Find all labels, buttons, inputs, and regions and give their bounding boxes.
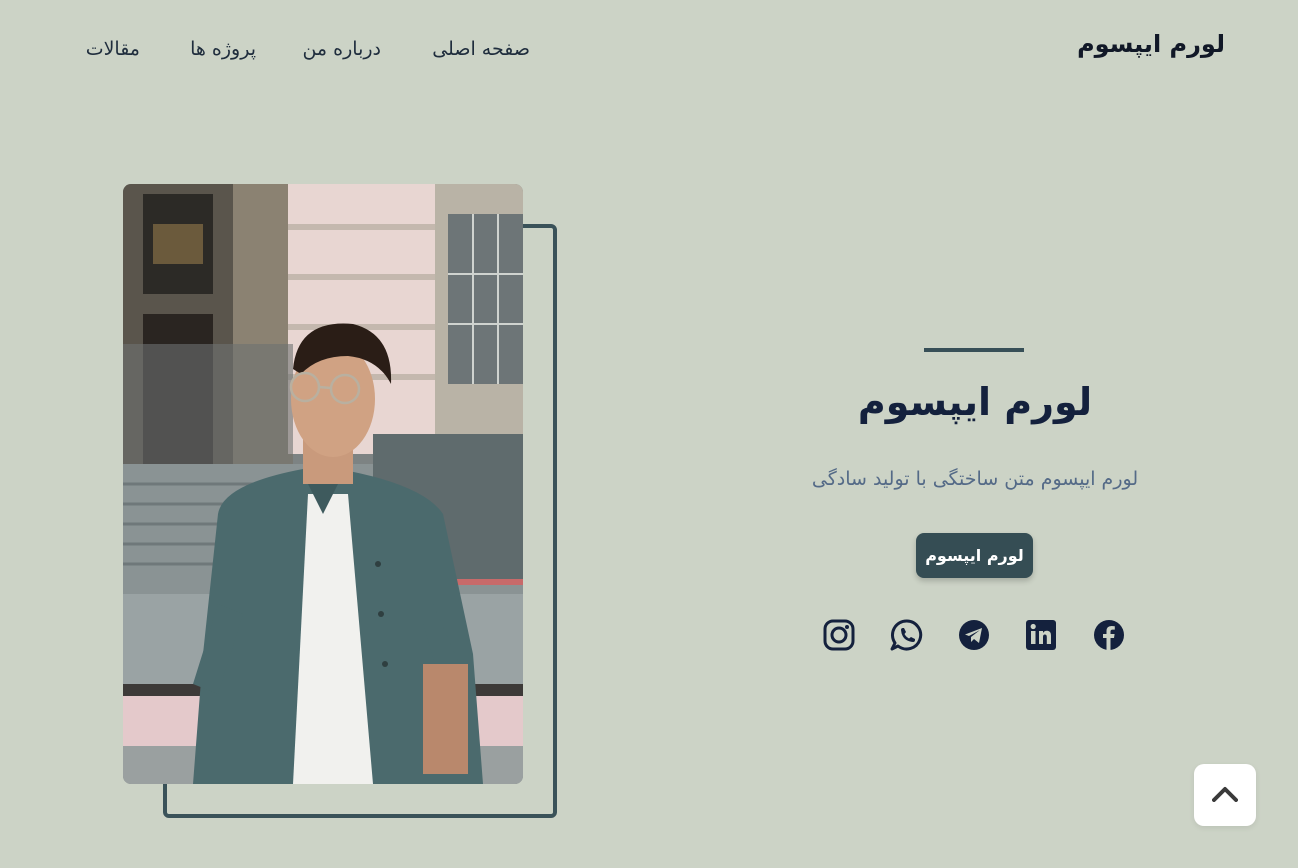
whatsapp-icon[interactable]	[888, 616, 926, 654]
back-to-top-button[interactable]	[1194, 764, 1256, 826]
chevron-up-icon	[1212, 786, 1238, 805]
nav-about-link[interactable]: درباره من	[302, 38, 381, 60]
main-nav: صفحه اصلی درباره من پروژه ها مقالات	[0, 38, 700, 68]
linkedin-icon[interactable]	[1022, 616, 1060, 654]
nav-projects-link[interactable]: پروژه ها	[190, 38, 256, 60]
hero-title: لورم ایپسوم	[857, 380, 1093, 424]
telegram-icon[interactable]	[955, 616, 993, 654]
instagram-icon[interactable]	[820, 616, 858, 654]
hero-photo	[123, 184, 523, 784]
hero-cta-button[interactable]: لورم ایپسوم	[916, 533, 1033, 578]
hero-subtitle: لورم ایپسوم متن ساختگی با تولید سادگی	[811, 468, 1139, 490]
facebook-icon[interactable]	[1090, 616, 1128, 654]
title-divider	[924, 348, 1024, 352]
nav-articles-link[interactable]: مقالات	[86, 38, 140, 60]
social-links	[820, 616, 1140, 656]
hero-section: لورم ایپسوم لورم ایپسوم متن ساختگی با تو…	[740, 0, 1210, 868]
nav-home-link[interactable]: صفحه اصلی	[432, 38, 530, 60]
